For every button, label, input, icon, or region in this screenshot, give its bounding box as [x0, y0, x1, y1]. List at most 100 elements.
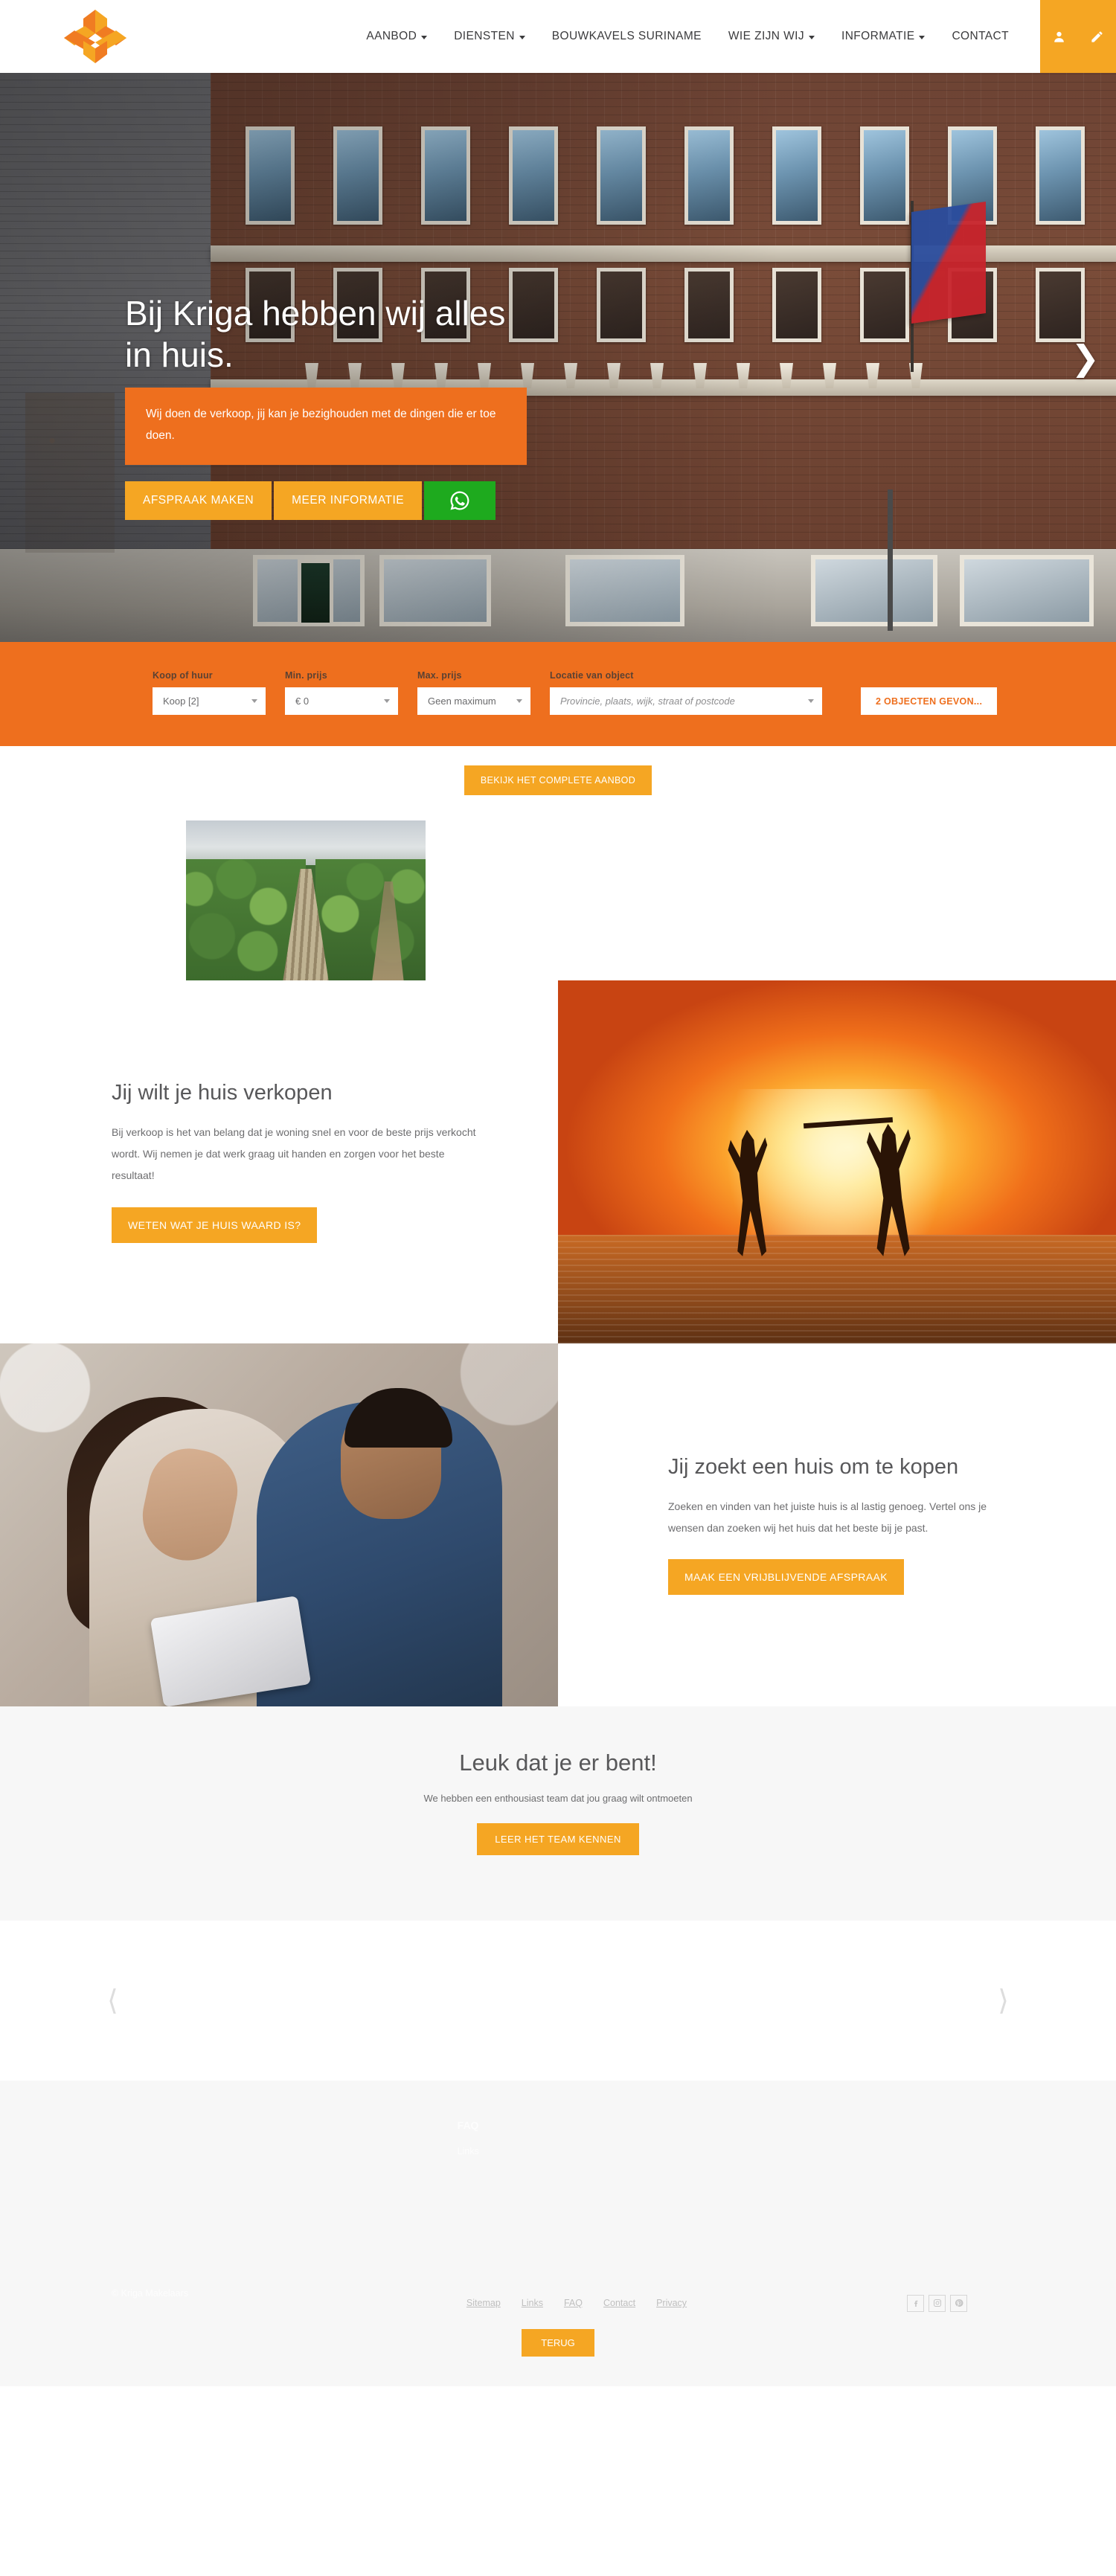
footer-column-title: FAQ [457, 2119, 479, 2131]
footer-columns: FAQ Links [74, 2119, 1042, 2298]
nav-item-aanbod[interactable]: AANBOD [366, 30, 428, 43]
footer-copyright: © Kriga Makelaars [112, 2288, 188, 2299]
footer-column-1 [186, 2119, 425, 2298]
team-section-subtitle: We hebben een enthousiast team dat jou g… [423, 1793, 693, 1804]
nav-item-contact[interactable]: CONTACT [952, 30, 1009, 43]
buy-section-title: Jij zoekt een huis om te kopen [668, 1454, 959, 1479]
locatie-placeholder: Provincie, plaats, wijk, straat of postc… [560, 696, 735, 707]
vrijblijvende-afspraak-button[interactable]: MAAK EEN VRIJBLIJVENDE AFSPRAAK [668, 1559, 905, 1596]
footer-column-3 [728, 2119, 967, 2298]
select-value: Koop [2] [163, 696, 199, 707]
bekijk-complete-aanbod-button[interactable]: BEKIJK HET COMPLETE AANBOD [464, 765, 652, 795]
leer-het-team-kennen-button[interactable]: LEER HET TEAM KENNEN [477, 1823, 639, 1855]
footer-bottom-bar: Sitemap Links FAQ Contact Privacy [74, 2294, 1042, 2312]
afspraak-maken-button[interactable]: AFSPRAAK MAKEN [125, 481, 272, 520]
sell-section-text: Jij wilt je huis verkopen Bij verkoop is… [0, 980, 558, 1343]
hero-next-slide-button[interactable]: ❯ [1071, 341, 1100, 375]
buy-section-body: Zoeken en vinden van het juiste huis is … [668, 1500, 987, 1534]
hero-banner: Bij Kriga hebben wij alles in huis. Wij … [0, 73, 1116, 642]
listing-card-image [186, 820, 426, 980]
hero-subtitle: Wij doen de verkoop, jij kan je bezighou… [125, 388, 527, 465]
buy-section-image [0, 1343, 558, 1706]
chevron-down-icon [809, 35, 815, 39]
search-field-locatie: Locatie van object Provincie, plaats, wi… [550, 670, 822, 715]
buy-section: Jij zoekt een huis om te kopen Zoeken en… [0, 1343, 1116, 1706]
whatsapp-icon [450, 491, 469, 510]
whatsapp-button[interactable] [424, 481, 496, 520]
social-links [907, 2294, 967, 2312]
hero-title: Bij Kriga hebben wij alles in huis. [125, 294, 506, 375]
instagram-icon [933, 2299, 941, 2307]
carousel-prev-button[interactable]: ⟨ [107, 1987, 118, 2015]
facebook-link[interactable] [907, 2294, 924, 2312]
footer-link-privacy[interactable]: Privacy [656, 2298, 687, 2308]
chevron-down-icon [516, 699, 522, 703]
footer-link-links[interactable]: Links [522, 2298, 543, 2308]
search-results-button[interactable]: 2 OBJECTEN GEVON... [861, 687, 998, 715]
chevron-down-icon [519, 35, 525, 39]
footer-link-list: Sitemap Links FAQ Contact Privacy [466, 2298, 687, 2308]
meer-informatie-button[interactable]: MEER INFORMATIE [274, 481, 423, 520]
locatie-input[interactable]: Provincie, plaats, wijk, straat of postc… [550, 687, 822, 715]
pinterest-icon [955, 2299, 963, 2307]
buy-section-text: Jij zoekt een huis om te kopen Zoeken en… [558, 1343, 1116, 1706]
nav-item-informatie[interactable]: INFORMATIE [841, 30, 926, 43]
kriga-three-chevron-star-logo [64, 10, 126, 63]
user-account-icon [1054, 31, 1064, 42]
offer-section: BEKIJK HET COMPLETE AANBOD [0, 746, 1116, 980]
sell-section-image [558, 980, 1116, 1343]
chevron-down-icon [808, 699, 814, 703]
select-value: Geen maximum [428, 696, 496, 707]
search-field-max-prijs: Max. prijs Geen maximum [417, 670, 530, 715]
page-root: AANBOD DIENSTEN BOUWKAVELS SURINAME WIE … [0, 0, 1116, 2386]
sell-section-body: Bij verkoop is het van belang dat je won… [112, 1126, 476, 1181]
facebook-icon [914, 2300, 917, 2307]
field-label: Locatie van object [550, 670, 634, 681]
select-value: € 0 [295, 696, 310, 707]
huis-waarde-button[interactable]: WETEN WAT JE HUIS WAARD IS? [112, 1207, 318, 1243]
chevron-down-icon [384, 699, 390, 703]
carousel-next-button[interactable]: ⟩ [998, 1987, 1009, 2015]
nav-label: INFORMATIE [841, 30, 915, 42]
nav-label: AANBOD [366, 30, 417, 42]
hero-button-group: AFSPRAAK MAKEN MEER INFORMATIE [125, 481, 527, 520]
min-prijs-select[interactable]: € 0 [285, 687, 398, 715]
nav-item-wie-zijn-wij[interactable]: WIE ZIJN WIJ [728, 30, 815, 43]
nav-label: BOUWKAVELS SURINAME [551, 30, 702, 42]
field-label: Max. prijs [417, 670, 462, 681]
koop-of-huur-select[interactable]: Koop [2] [153, 687, 266, 715]
terug-button[interactable]: TERUG [522, 2329, 594, 2357]
instagram-link[interactable] [929, 2294, 946, 2312]
hero-content: Bij Kriga hebben wij alles in huis. Wij … [125, 292, 527, 520]
property-search-bar: Koop of huur Koop [2] Min. prijs € 0 Max… [0, 642, 1116, 746]
footer-column-link[interactable]: Links [458, 2142, 696, 2161]
field-label: Min. prijs [285, 670, 327, 681]
team-section: Leuk dat je er bent! We hebben een entho… [0, 1706, 1116, 1921]
nav-label: WIE ZIJN WIJ [728, 30, 804, 42]
edit-button[interactable] [1085, 25, 1109, 48]
site-header: AANBOD DIENSTEN BOUWKAVELS SURINAME WIE … [0, 0, 1116, 73]
main-navigation: AANBOD DIENSTEN BOUWKAVELS SURINAME WIE … [140, 0, 1040, 73]
max-prijs-select[interactable]: Geen maximum [417, 687, 530, 715]
footer-link-sitemap[interactable]: Sitemap [466, 2298, 501, 2308]
search-field-koop-of-huur: Koop of huur Koop [2] [153, 670, 266, 715]
footer-link-faq[interactable]: FAQ [564, 2298, 583, 2308]
nav-label: DIENSTEN [454, 30, 515, 42]
sell-section: Jij wilt je huis verkopen Bij verkoop is… [0, 980, 1116, 1343]
pinterest-link[interactable] [950, 2294, 967, 2312]
team-section-title: Leuk dat je er bent! [459, 1750, 657, 1776]
footer-link-contact[interactable]: Contact [603, 2298, 635, 2308]
chevron-down-icon [251, 699, 257, 703]
field-label: Koop of huur [153, 670, 213, 681]
chevron-down-icon [919, 35, 926, 39]
sell-section-title: Jij wilt je huis verkopen [112, 1081, 333, 1105]
site-footer: FAQ Links © Kriga Makelaars Sitemap Link… [0, 2081, 1116, 2386]
brand-logo[interactable] [51, 0, 140, 73]
nav-item-diensten[interactable]: DIENSTEN [454, 30, 525, 43]
listing-card[interactable] [186, 820, 426, 980]
partner-carousel: ⟨ ⟩ [0, 1921, 1116, 2081]
chevron-down-icon [421, 35, 428, 39]
user-account-button[interactable] [1048, 25, 1071, 48]
nav-item-bouwkavels-suriname[interactable]: BOUWKAVELS SURINAME [552, 30, 702, 43]
nav-label: CONTACT [952, 30, 1009, 42]
